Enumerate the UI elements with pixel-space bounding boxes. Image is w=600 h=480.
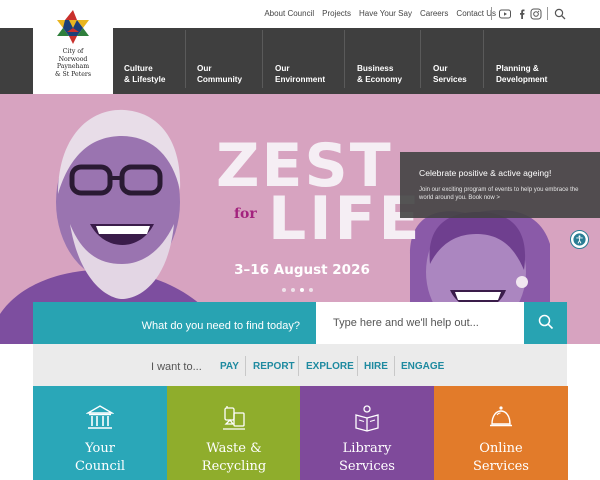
want-link-explore[interactable]: EXPLORE xyxy=(306,361,354,372)
i-want-to-label: I want to... xyxy=(151,361,202,373)
nav-item-label-line1: Planning & xyxy=(496,64,539,73)
accessibility-icon[interactable] xyxy=(570,230,589,249)
carousel-dots xyxy=(282,288,313,292)
search-icon xyxy=(538,314,553,329)
utility-link-about[interactable]: About Council xyxy=(264,9,314,18)
tile-label: Online Services xyxy=(434,440,568,476)
nav-divider xyxy=(420,30,421,88)
utility-link-have-your-say[interactable]: Have Your Say xyxy=(359,9,412,18)
youtube-icon[interactable] xyxy=(499,8,511,20)
utility-link-careers[interactable]: Careers xyxy=(420,9,448,18)
callout-title: Celebrate positive & active ageing! xyxy=(419,168,552,178)
utility-link-projects[interactable]: Projects xyxy=(322,9,351,18)
nav-item-label-line2: Environment xyxy=(275,75,326,84)
want-link-hire[interactable]: HIRE xyxy=(364,361,388,372)
carousel-dot[interactable] xyxy=(291,288,295,292)
search-prompt-bar: What do you need to find today? xyxy=(33,302,316,344)
tile-label-line2: Services xyxy=(339,459,395,474)
want-divider xyxy=(394,356,395,376)
nav-item-label-line2: Community xyxy=(197,75,243,84)
facebook-icon[interactable] xyxy=(516,8,528,20)
tile-online-services[interactable]: Online Services xyxy=(434,386,568,480)
nav-item-label-line2: & Lifestyle xyxy=(124,75,166,84)
tile-label: Library Services xyxy=(300,440,434,476)
nav-divider xyxy=(483,30,484,88)
utility-links: About Council Projects Have Your Say Car… xyxy=(264,9,496,18)
want-link-pay[interactable]: PAY xyxy=(220,361,239,372)
tile-your-council[interactable]: Your Council xyxy=(33,386,167,480)
nav-item-label-line1: Our xyxy=(197,64,212,73)
instagram-icon[interactable] xyxy=(530,8,542,20)
tile-label-line1: Online xyxy=(479,441,523,456)
nav-divider xyxy=(185,30,186,88)
tile-label-line1: Your xyxy=(85,441,115,456)
library-icon xyxy=(355,405,379,432)
carousel-dot[interactable] xyxy=(282,288,286,292)
tile-label: Waste & Recycling xyxy=(167,440,301,476)
logo-line: City of xyxy=(62,48,84,55)
nav-item-label-line2: & Economy xyxy=(357,75,403,84)
search-prompt: What do you need to find today? xyxy=(141,320,300,332)
hero-callout[interactable]: Celebrate positive & active ageing! Join… xyxy=(400,152,600,218)
nav-item-label-line2: Services xyxy=(433,75,467,84)
carousel-dot-active[interactable] xyxy=(300,288,304,292)
tile-label-line2: Recycling xyxy=(201,459,267,474)
logo-text: City of Norwood Payneham & St Peters xyxy=(33,48,113,78)
recycling-icon xyxy=(223,406,245,430)
utility-divider xyxy=(547,7,548,20)
hero-title-for: for xyxy=(234,206,257,222)
tile-library-services[interactable]: Library Services xyxy=(300,386,434,480)
tile-label: Your Council xyxy=(33,440,167,476)
nav-item-label-line1: Business xyxy=(357,64,394,73)
search-submit-button[interactable] xyxy=(524,302,567,344)
search-icon[interactable] xyxy=(554,8,566,20)
want-divider xyxy=(245,356,246,376)
nav-divider xyxy=(262,30,263,88)
carousel-dot[interactable] xyxy=(309,288,313,292)
tile-label-line2: Services xyxy=(473,459,529,474)
hero-dates: 3–16 August 2026 xyxy=(234,262,370,278)
council-logo[interactable]: City of Norwood Payneham & St Peters xyxy=(33,0,113,94)
logo-line: Payneham xyxy=(56,63,90,70)
logo-line: Norwood xyxy=(58,55,88,63)
site-search-input[interactable] xyxy=(316,302,524,344)
want-divider xyxy=(357,356,358,376)
building-icon xyxy=(86,405,114,429)
logo-star-icon xyxy=(57,10,89,44)
nav-item-label-line1: Our xyxy=(433,64,448,73)
callout-body[interactable]: Join our exciting program of events to h… xyxy=(419,186,588,203)
nav-divider xyxy=(344,30,345,88)
nav-item-label-line1: Culture xyxy=(124,64,153,73)
nav-item-label-line2: Development xyxy=(496,75,548,84)
i-want-to-bar: I want to... PAY REPORT EXPLORE HIRE ENG… xyxy=(33,344,567,386)
want-link-report[interactable]: REPORT xyxy=(253,361,295,372)
utility-divider xyxy=(491,7,492,20)
bell-icon xyxy=(490,406,512,427)
tile-label-line1: Waste & xyxy=(206,441,262,456)
tile-label-line2: Council xyxy=(74,459,126,474)
want-link-engage[interactable]: ENGAGE xyxy=(401,361,444,372)
tile-label-line1: Library xyxy=(342,441,392,456)
tile-waste-recycling[interactable]: Waste & Recycling xyxy=(167,386,301,480)
want-divider xyxy=(298,356,299,376)
nav-item-label-line1: Our xyxy=(275,64,290,73)
logo-line: & St Peters xyxy=(55,70,91,78)
